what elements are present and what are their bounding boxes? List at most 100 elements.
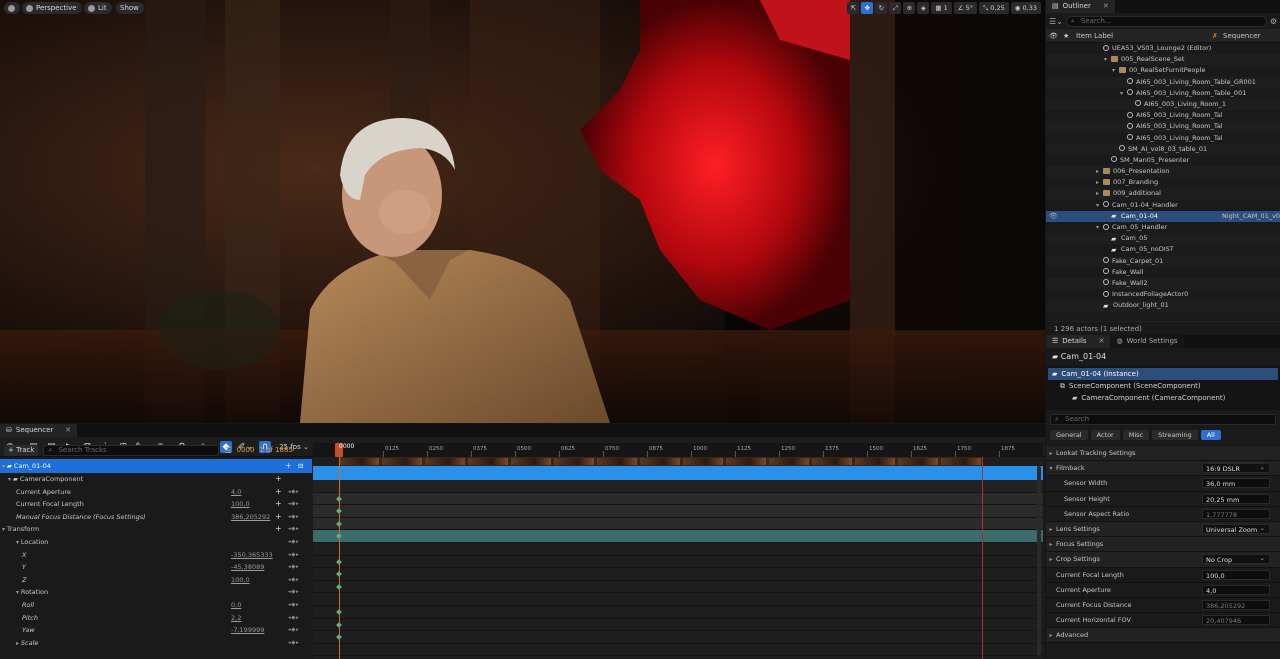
outliner-row[interactable]: AI65_003_Living_Room_1 [1046,98,1280,111]
outliner-row[interactable]: SM_Man05_Presenter [1046,155,1280,166]
scale-snap-button[interactable]: ⤡ 0,25 [979,2,1009,14]
scale-tool-button[interactable]: ⤢ [889,2,902,14]
visibility-eye-icon[interactable]: 👁 [1049,211,1058,222]
filter-streaming-button[interactable]: Streaming [1152,430,1198,440]
keyframe-nav-icon[interactable]: ◂◆▸ [288,586,299,599]
world-settings-tab[interactable]: ◍ World Settings [1110,335,1184,348]
property-value-field[interactable]: 20,25 mm [1202,493,1270,504]
expand-arrow-icon[interactable]: ▸ [1046,632,1056,639]
select-tool-button[interactable]: ⇱ [847,2,860,14]
track-value[interactable]: -7,199999 [231,624,264,637]
keyframe-nav-icon[interactable]: ◂◆▸ [288,523,299,536]
track-row[interactable]: Yaw -7,199999 ◂◆▸ [0,624,312,637]
timeline-track-row[interactable] [313,556,1043,569]
viewport-options-button[interactable] [4,2,20,14]
lit-button[interactable]: Lit [84,2,112,14]
keyframe-nav-icon[interactable]: ◂◆▸ [288,498,299,511]
track-row[interactable]: ▾ ▰ CameraComponent + [0,473,312,486]
expand-arrow-icon[interactable]: ▾ [1120,88,1127,99]
property-dropdown[interactable]: 16:9 DSLR [1202,462,1270,474]
outliner-row[interactable]: ▾ AI65_003_Living_Room_Table_001 [1046,88,1280,99]
expand-arrow-icon[interactable]: ▸ [1046,541,1056,548]
expand-arrow-icon[interactable]: ▸ [1046,450,1056,457]
playhead-line[interactable] [339,443,340,659]
timeline-track-row[interactable] [313,631,1043,644]
filter-actor-button[interactable]: Actor [1090,430,1120,440]
outliner-row[interactable]: ▸ 007_Branding [1046,177,1280,188]
camera-section[interactable] [339,466,983,480]
outliner-row[interactable]: ▾ 005_RealScene_Set [1046,54,1280,66]
settings-icon[interactable]: ⚙ [1270,17,1277,26]
outliner-row[interactable]: Fake_Wall2 [1046,277,1280,290]
item-label-column[interactable]: Item Label [1076,29,1113,43]
expand-arrow-icon[interactable]: ▸ [1046,556,1056,563]
expand-arrow-icon[interactable]: ▾ [1096,200,1103,211]
track-row[interactable]: Manual Focus Distance (Focus Settings) 38… [0,511,312,524]
track-value[interactable]: 100,0 [231,498,250,511]
outliner-row[interactable]: InstancedFoliageActor0 [1046,289,1280,300]
expand-arrow-icon[interactable]: ▸ [1046,526,1056,533]
timeline-area[interactable]: 0125 0250 0375 0500 0625 0750 0875 1000 1125 1250… [313,443,1043,659]
add-key-button[interactable]: + [275,498,282,511]
details-tab[interactable]: ☰ Details ✕ [1046,335,1111,348]
sequencer-tab[interactable]: ⛁ Sequencer ✕ [0,424,78,437]
keyframe-nav-icon[interactable]: ◂◆▸ [288,549,299,562]
timeline-scrollbar[interactable] [1037,466,1041,656]
filter-all-button[interactable]: All [1200,430,1221,440]
rotate-tool-button[interactable]: ↻ [875,2,888,14]
track-row[interactable]: Current Aperture 4,0 + ◂◆▸ [0,486,312,499]
outliner-row[interactable]: Fake_Carpet_01 [1046,255,1280,267]
outliner-row[interactable]: ▾ Cam_01-04_Handler [1046,200,1280,211]
rotation-snap-button[interactable]: ∠ 5° [953,2,977,14]
track-row[interactable]: ▾ Location ◂◆▸ [0,536,312,549]
pin-column-icon[interactable]: ★ [1063,29,1069,43]
filter-general-button[interactable]: General [1050,430,1088,440]
keyframe-nav-icon[interactable]: ◂◆▸ [288,624,299,637]
property-value-field[interactable]: 4,0 [1202,584,1270,595]
keyframe-nav-icon[interactable]: ◂◆▸ [288,511,299,524]
time-ruler[interactable]: 0125 0250 0375 0500 0625 0750 0875 1000 1125 1250… [313,443,1043,457]
timeline-track-row[interactable] [313,480,1043,493]
close-icon[interactable]: ✕ [65,424,71,437]
grid-snap-button[interactable]: ▦ 1 [931,2,952,14]
details-search-input[interactable]: ⌕ Search [1050,414,1276,425]
keyframe-nav-icon[interactable]: ◂◆▸ [288,561,299,574]
close-icon[interactable]: ✕ [1103,0,1109,13]
track-row[interactable]: Roll 0,0 ◂◆▸ [0,599,312,612]
add-track-button[interactable]: + Track [4,444,39,456]
camera-track-bar[interactable] [313,466,1043,480]
keyframe-nav-icon[interactable]: ◂◆▸ [288,637,299,650]
component-item[interactable]: ⧉ SceneComponent (SceneComponent) [1046,380,1280,392]
track-row[interactable]: X -350,365333 ◂◆▸ [0,549,312,562]
add-key-button[interactable]: + [285,459,292,473]
outliner-row[interactable]: ▰ Cam_05_noDIST [1046,244,1280,255]
outliner-row[interactable]: AI65_003_Living_Room_Table_GR001 [1046,76,1280,88]
add-key-button[interactable]: + [275,486,282,499]
close-icon[interactable]: ✕ [1099,335,1105,348]
expand-arrow-icon[interactable]: ▸ [1096,166,1103,177]
property-value-field[interactable]: 36,0 mm [1202,478,1270,489]
filter-icon[interactable]: ☰ [224,446,231,455]
property-dropdown[interactable]: No Crop [1202,553,1270,565]
keyframe-nav-icon[interactable]: ◂◆▸ [288,599,299,612]
track-value[interactable]: -45,38089 [231,561,264,574]
property-dropdown[interactable]: Universal Zoom [1202,523,1270,534]
expand-arrow-icon[interactable]: ▾ [1046,465,1056,472]
track-value[interactable]: 0,0 [231,599,241,612]
component-item[interactable]: ▰ Cam_01-04 (Instance) [1048,368,1278,380]
track-row[interactable]: Pitch 2,2 ◂◆▸ [0,612,312,625]
track-value[interactable]: 2,2 [231,612,241,625]
timeline-track-row[interactable] [313,517,1043,531]
component-item[interactable]: ▰ CameraComponent (CameraComponent) [1046,392,1280,404]
track-row[interactable]: ▾ Transform + ◂◆▸ [0,523,312,536]
keyframe-nav-icon[interactable]: ◂◆▸ [288,536,299,549]
outliner-row[interactable]: ▾ 00_RealSetFurnitPeople [1046,65,1280,76]
level-viewport[interactable]: Perspective Lit Show ⇱ ✥ ↻ ⤢ ⊕ ◈ ▦ 1 ∠ 5… [0,0,1045,423]
track-row[interactable]: Y -45,38089 ◂◆▸ [0,561,312,574]
outliner-row[interactable]: ▾ Cam_05_Handler [1046,222,1280,233]
track-value[interactable]: 4,0 [231,486,241,499]
outliner-search-input[interactable]: ⌕ Search... [1065,15,1267,27]
outliner-row[interactable]: ▰ Outdoor_light_01 [1046,300,1280,312]
timeline-track-row[interactable] [313,530,1043,543]
track-value[interactable]: 100,0 [231,574,250,587]
